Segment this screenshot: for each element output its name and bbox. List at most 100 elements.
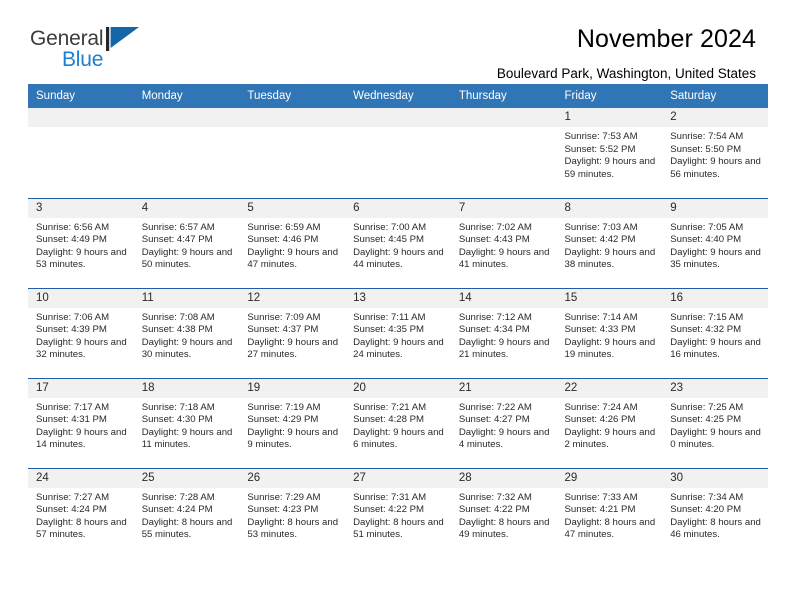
sun-info: Sunrise: 7:17 AM Sunset: 4:31 PM Daylight:… [28,398,134,452]
calendar-day-cell[interactable]: 18 Sunrise: 7:18 AM Sunset: 4:30 PM Dayligh… [133,377,240,468]
calendar-day-cell[interactable]: 4 Sunrise: 6:57 AM Sunset: 4:47 PM Daylight… [133,197,240,288]
calendar-week-row: 17 Sunrise: 7:17 AM Sunset: 4:31 PM Dayligh… [28,377,768,468]
sunset-text: Sunset: 4:22 PM [458,504,530,516]
calendar-day-cell[interactable]: 24 Sunrise: 7:27 AM Sunset: 4:24 PM Dayligh… [28,467,134,558]
calendar-day-cell[interactable]: 16 Sunrise: 7:15 AM Sunset: 4:32 PM Dayligh… [662,287,768,378]
sun-info: Sunrise: 7:32 AM Sunset: 4:22 PM Daylight:… [451,488,557,542]
day-number: 13 [345,288,451,308]
calendar-day-cell[interactable]: 13 Sunrise: 7:11 AM Sunset: 4:35 PM Dayligh… [345,287,451,378]
sun-info: Sunrise: 6:57 AM Sunset: 4:47 PM Daylight:… [134,218,240,272]
calendar-day-cell[interactable]: 29 Sunrise: 7:33 AM Sunset: 4:21 PM Dayligh… [556,467,663,558]
sunset-text: Sunset: 4:39 PM [36,324,107,336]
day-number: 2 [662,108,768,127]
sun-info: Sunrise: 7:12 AM Sunset: 4:34 PM Daylight:… [451,308,557,362]
calendar-day-cell[interactable]: 30 Sunrise: 7:34 AM Sunset: 4:20 PM Dayligh… [662,467,768,558]
calendar-day-cell[interactable]: 2 Sunrise: 7:54 AM Sunset: 5:50 PM Daylight… [662,108,768,198]
day-number: 25 [133,468,240,488]
calendar-day-cell[interactable]: 21 Sunrise: 7:22 AM Sunset: 4:27 PM Dayligh… [450,377,557,468]
calendar-day-cell[interactable]: 23 Sunrise: 7:25 AM Sunset: 4:25 PM Dayligh… [662,377,768,468]
calendar-head: Sunday Monday Tuesday Wednesday Thursday… [28,84,768,108]
sunset-text: Sunset: 4:47 PM [141,234,213,246]
sunrise-text: Sunrise: 7:14 AM [564,311,638,323]
page-header: General Blue November 2024 Boulevard Par… [0,0,792,80]
calendar-day-cell[interactable]: 11 Sunrise: 7:08 AM Sunset: 4:38 PM Dayligh… [133,287,240,378]
calendar-day-cell[interactable]: 15 Sunrise: 7:14 AM Sunset: 4:33 PM Dayligh… [556,287,663,378]
sun-info: Sunrise: 7:11 AM Sunset: 4:35 PM Daylight:… [345,308,451,362]
day-number: 24 [28,468,134,488]
sunset-text: Sunset: 4:43 PM [458,234,530,246]
sun-info: Sunrise: 7:19 AM Sunset: 4:29 PM Daylight:… [239,398,345,452]
calendar-cell-empty [133,108,240,198]
sunrise-text: Sunrise: 7:17 AM [36,401,110,413]
sunrise-text: Sunrise: 7:29 AM [247,491,321,503]
sunrise-text: Sunrise: 7:22 AM [458,401,532,413]
sun-info: Sunrise: 7:53 AM Sunset: 5:52 PM Daylight:… [557,127,663,181]
calendar-week-row: 1 Sunrise: 7:53 AM Sunset: 5:52 PM Daylight… [28,108,768,198]
calendar-week-row: 3 Sunrise: 6:56 AM Sunset: 4:49 PM Daylight… [28,197,768,288]
day-number: 12 [239,288,346,308]
calendar-day-cell[interactable]: 25 Sunrise: 7:28 AM Sunset: 4:24 PM Dayligh… [133,467,240,558]
daylight-text: Daylight: 9 hours and 2 minutes. [564,426,656,451]
sun-info: Sunrise: 7:09 AM Sunset: 4:37 PM Daylight:… [239,308,345,362]
weekday-header-saturday: Saturday [662,84,768,108]
sunrise-text: Sunrise: 7:25 AM [670,401,744,413]
day-number: 21 [450,378,557,398]
sunset-text: Sunset: 4:24 PM [141,504,213,516]
daylight-text: Daylight: 9 hours and 56 minutes. [670,156,761,180]
day-number: 7 [450,198,557,218]
calendar-day-cell[interactable]: 28 Sunrise: 7:32 AM Sunset: 4:22 PM Dayligh… [450,467,557,558]
calendar-day-cell[interactable]: 6 Sunrise: 7:00 AM Sunset: 4:45 PM Daylight… [345,197,451,288]
sunrise-text: Sunrise: 7:00 AM [353,221,427,233]
sun-info: Sunrise: 7:00 AM Sunset: 4:45 PM Daylight:… [345,218,451,272]
calendar-day-cell[interactable]: 17 Sunrise: 7:17 AM Sunset: 4:31 PM Dayligh… [28,377,134,468]
calendar-day-cell[interactable]: 1 Sunrise: 7:53 AM Sunset: 5:52 PM Daylight… [556,108,663,198]
sunset-text: Sunset: 4:23 PM [247,504,319,516]
day-number: 17 [28,378,134,398]
calendar-day-cell[interactable]: 22 Sunrise: 7:24 AM Sunset: 4:26 PM Dayligh… [556,377,663,468]
sun-info: Sunrise: 7:33 AM Sunset: 4:21 PM Daylight:… [557,488,663,542]
day-number: 3 [28,198,134,218]
calendar-day-cell[interactable]: 7 Sunrise: 7:02 AM Sunset: 4:43 PM Daylight… [450,197,557,288]
sunset-text: Sunset: 4:28 PM [353,414,425,426]
calendar-day-cell[interactable]: 10 Sunrise: 7:06 AM Sunset: 4:39 PM Dayligh… [28,287,134,378]
sunrise-text: Sunrise: 7:06 AM [36,311,110,323]
sunrise-text: Sunrise: 7:54 AM [670,131,744,142]
sunset-text: Sunset: 4:27 PM [458,414,530,426]
calendar-day-cell[interactable]: 5 Sunrise: 6:59 AM Sunset: 4:46 PM Daylight… [239,197,346,288]
day-number: 5 [239,198,346,218]
triangle-flag-icon [106,27,140,51]
weekday-header-row: Sunday Monday Tuesday Wednesday Thursday… [28,84,768,108]
calendar-cell-empty [28,108,134,198]
calendar-day-cell[interactable]: 19 Sunrise: 7:19 AM Sunset: 4:29 PM Dayligh… [239,377,346,468]
daylight-text: Daylight: 9 hours and 35 minutes. [670,246,761,271]
calendar-day-cell[interactable]: 3 Sunrise: 6:56 AM Sunset: 4:49 PM Daylight… [28,197,134,288]
sunset-text: Sunset: 4:46 PM [247,234,319,246]
day-number: 10 [28,288,134,308]
calendar-day-cell[interactable]: 9 Sunrise: 7:05 AM Sunset: 4:40 PM Daylight… [662,197,768,288]
calendar-day-cell[interactable]: 8 Sunrise: 7:03 AM Sunset: 4:42 PM Daylight… [556,197,663,288]
sun-info: Sunrise: 7:54 AM Sunset: 5:50 PM Daylight:… [662,127,768,181]
day-number [133,108,240,127]
sunrise-text: Sunrise: 7:15 AM [670,311,744,323]
daylight-text: Daylight: 9 hours and 44 minutes. [353,246,444,271]
general-blue-logo[interactable]: General Blue [30,26,142,74]
calendar-day-cell[interactable]: 26 Sunrise: 7:29 AM Sunset: 4:23 PM Dayligh… [239,467,346,558]
sun-info: Sunrise: 7:34 AM Sunset: 4:20 PM Daylight:… [662,488,768,542]
daylight-text: Daylight: 8 hours and 51 minutes. [353,516,444,541]
sunset-text: Sunset: 4:34 PM [458,324,530,336]
calendar-day-cell[interactable]: 12 Sunrise: 7:09 AM Sunset: 4:37 PM Dayligh… [239,287,346,378]
calendar-day-cell[interactable]: 27 Sunrise: 7:31 AM Sunset: 4:22 PM Dayligh… [345,467,451,558]
weekday-header-tuesday: Tuesday [239,84,346,108]
sunrise-text: Sunrise: 7:21 AM [353,401,427,413]
calendar-cell-empty [239,108,346,198]
calendar-day-cell[interactable]: 20 Sunrise: 7:21 AM Sunset: 4:28 PM Dayligh… [345,377,451,468]
sun-info: Sunrise: 7:02 AM Sunset: 4:43 PM Daylight:… [451,218,557,272]
daylight-text: Daylight: 9 hours and 9 minutes. [247,426,339,451]
day-number: 9 [662,198,768,218]
day-number: 23 [662,378,768,398]
weekday-header-monday: Monday [133,84,240,108]
calendar-day-cell[interactable]: 14 Sunrise: 7:12 AM Sunset: 4:34 PM Dayligh… [450,287,557,378]
sunset-text: Sunset: 4:33 PM [564,324,636,336]
day-number: 4 [133,198,240,218]
sunset-text: Sunset: 4:26 PM [564,414,636,426]
